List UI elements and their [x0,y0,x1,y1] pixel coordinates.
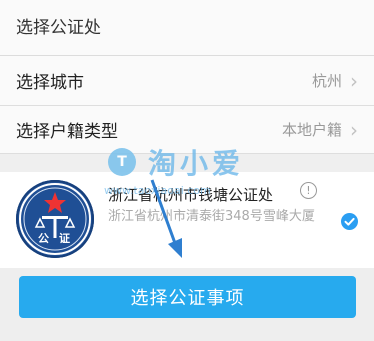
section-title-text: 选择公证处 [16,18,101,38]
chevron-right-icon: › [350,68,358,93]
info-icon[interactable]: ! [300,182,317,199]
notary-office-address: 浙江省杭州市清泰街348号雪峰大厦 [108,209,315,224]
notary-office-name: 浙江省杭州市钱塘公证处 [108,186,274,204]
chevron-right-icon: › [350,117,358,142]
selected-hukou-value: 本地户籍 [281,121,342,139]
emblem-text: 公证 [38,232,80,245]
section-title: 选择公证处 [0,0,374,56]
notary-emblem-logo: 公证 [16,180,94,258]
notary-office-card[interactable]: 公证 浙江省杭州市钱塘公证处 浙江省杭州市清泰街348号雪峰大厦 ! [0,172,374,268]
select-hukou-row[interactable]: 选择户籍类型 本地户籍 › [0,106,374,154]
select-notary-matter-button[interactable]: 选择公证事项 [19,276,356,318]
select-hukou-label: 选择户籍类型 [16,122,118,142]
select-city-label: 选择城市 [16,73,84,93]
select-city-row[interactable]: 选择城市 杭州 › [0,56,374,106]
check-circle-icon[interactable] [341,213,358,230]
section-divider [0,154,374,172]
selected-city-value: 杭州 [311,72,342,90]
